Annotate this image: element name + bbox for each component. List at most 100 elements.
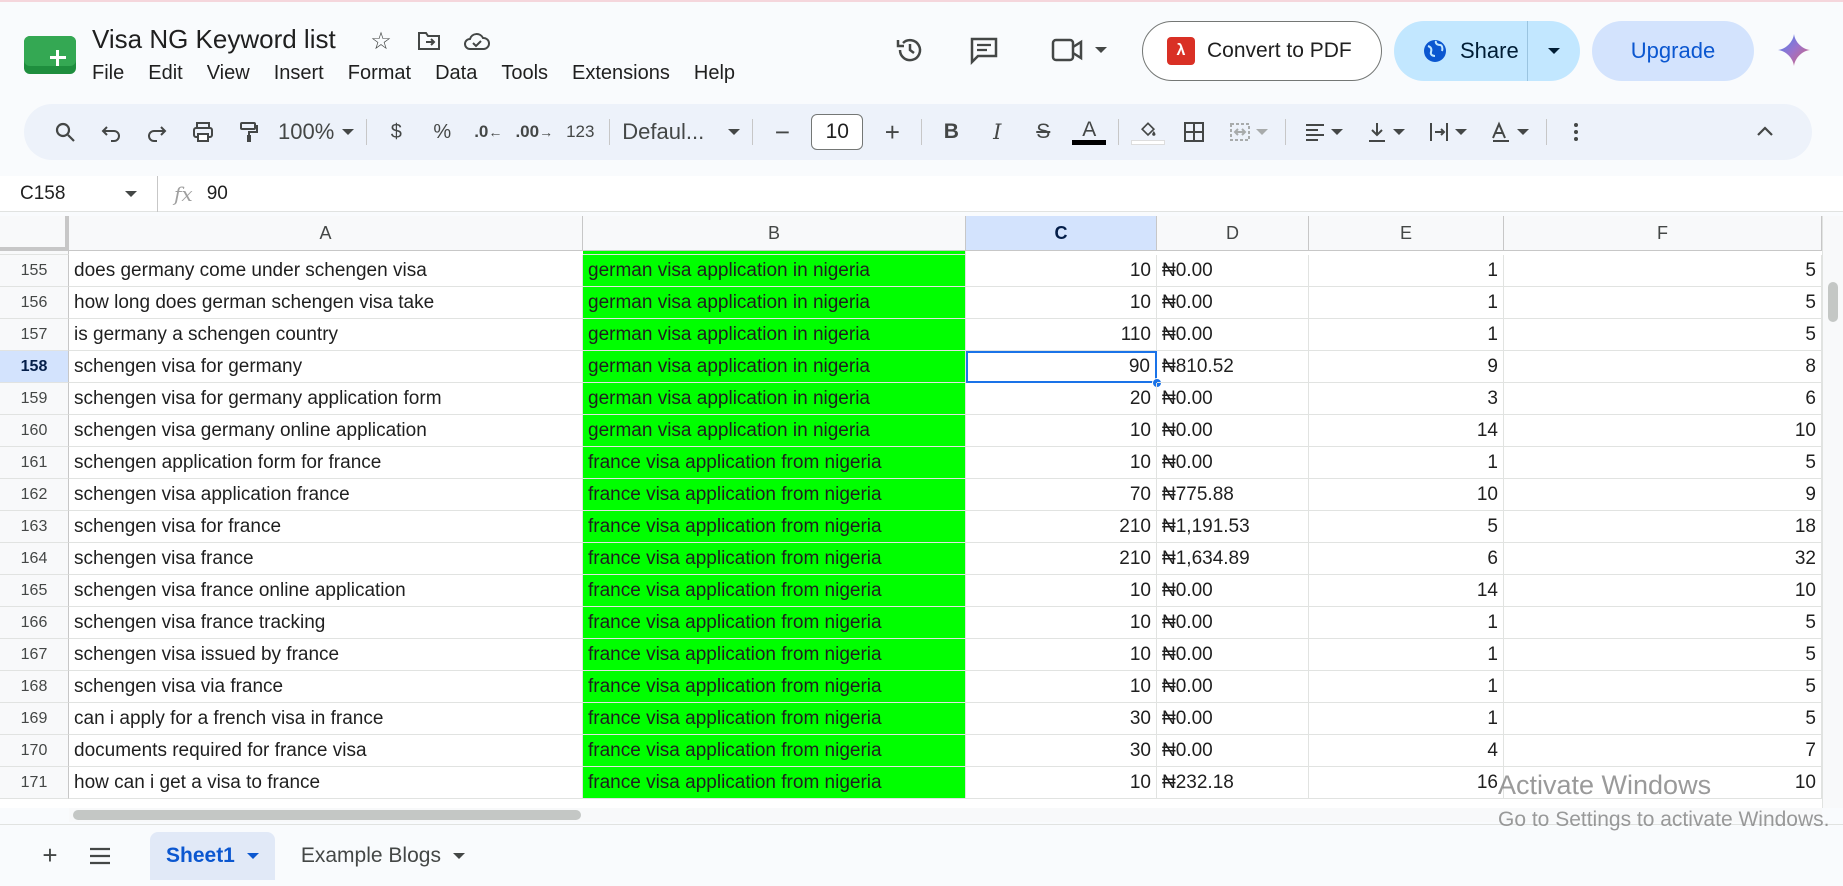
cell-b[interactable]: france visa application from nigeria [583, 511, 966, 543]
spreadsheet-grid[interactable]: ABCDEF 155 does germany come under scheng… [0, 216, 1822, 808]
row-header[interactable]: 171 [0, 767, 69, 799]
cell-f[interactable]: 6 [1504, 383, 1822, 415]
row-header[interactable]: 158 [0, 351, 69, 383]
cell-d[interactable]: ₦0.00 [1157, 639, 1309, 671]
percent-format-button[interactable]: % [422, 112, 462, 152]
cell-e[interactable]: 1 [1309, 703, 1504, 735]
row-header[interactable]: 160 [0, 415, 69, 447]
fill-color-icon[interactable] [1128, 112, 1168, 152]
bold-button[interactable]: B [931, 112, 971, 152]
cell-f[interactable]: 8 [1504, 351, 1822, 383]
cell-f[interactable]: 18 [1504, 511, 1822, 543]
increase-decimal-button[interactable]: .00 → [514, 112, 554, 152]
cell-d[interactable]: ₦1,634.89 [1157, 543, 1309, 575]
cell-c[interactable]: 20 [966, 383, 1157, 415]
meet-video-icon[interactable] [1044, 30, 1114, 70]
cell-b[interactable]: france visa application from nigeria [583, 639, 966, 671]
row-header[interactable]: 161 [0, 447, 69, 479]
sheet-tab-example-blogs[interactable]: Example Blogs [285, 832, 481, 880]
cell-a[interactable]: is germany a schengen country [69, 319, 583, 351]
cell-b[interactable]: france visa application from nigeria [583, 479, 966, 511]
row-header[interactable]: 166 [0, 607, 69, 639]
cell-c[interactable]: 10 [966, 607, 1157, 639]
cell-b[interactable]: german visa application in nigeria [583, 383, 966, 415]
menu-insert[interactable]: Insert [262, 60, 336, 87]
cell-a[interactable]: schengen visa via france [69, 671, 583, 703]
menu-file[interactable]: File [92, 60, 136, 87]
formula-input[interactable]: 90 [207, 183, 228, 205]
decrease-decimal-button[interactable]: .0 ← [468, 112, 508, 152]
row-header[interactable]: 170 [0, 735, 69, 767]
search-menus-icon[interactable] [45, 112, 85, 152]
cell-f[interactable]: 5 [1504, 319, 1822, 351]
cell-c[interactable]: 110 [966, 319, 1157, 351]
horizontal-scroll-thumb[interactable] [73, 810, 581, 820]
cell-c[interactable]: 10 [966, 447, 1157, 479]
cell-d[interactable]: ₦0.00 [1157, 575, 1309, 607]
cell-d[interactable]: ₦232.18 [1157, 767, 1309, 799]
cell-c[interactable]: 30 [966, 735, 1157, 767]
cell-b[interactable]: france visa application from nigeria [583, 447, 966, 479]
cell-d[interactable]: ₦0.00 [1157, 415, 1309, 447]
cell-e[interactable]: 1 [1309, 671, 1504, 703]
vertical-scroll-thumb[interactable] [1828, 282, 1838, 322]
cell-c[interactable]: 10 [966, 255, 1157, 287]
cell-f[interactable]: 5 [1504, 447, 1822, 479]
convert-to-pdf-button[interactable]: λ Convert to PDF [1142, 21, 1382, 81]
cell-f[interactable]: 5 [1504, 255, 1822, 287]
cell-d[interactable]: ₦0.00 [1157, 607, 1309, 639]
vertical-scrollbar[interactable] [1822, 216, 1843, 808]
strikethrough-button[interactable]: S [1023, 112, 1063, 152]
cell-b[interactable]: france visa application from nigeria [583, 543, 966, 575]
all-sheets-menu-icon[interactable] [80, 836, 120, 876]
cell-a[interactable]: can i apply for a french visa in france [69, 703, 583, 735]
italic-button[interactable]: I [977, 112, 1017, 152]
cell-f[interactable]: 5 [1504, 287, 1822, 319]
cell-e[interactable]: 14 [1309, 415, 1504, 447]
cell-e[interactable]: 1 [1309, 639, 1504, 671]
cell-a[interactable]: schengen visa for france [69, 511, 583, 543]
gemini-sparkle-icon[interactable] [1776, 32, 1812, 68]
cell-c[interactable]: 10 [966, 287, 1157, 319]
row-header[interactable]: 159 [0, 383, 69, 415]
row-header[interactable]: 157 [0, 319, 69, 351]
cell-b[interactable]: german visa application in nigeria [583, 287, 966, 319]
cell-d[interactable]: ₦1,191.53 [1157, 511, 1309, 543]
cell-f[interactable]: 5 [1504, 671, 1822, 703]
cell-d[interactable]: ₦0.00 [1157, 447, 1309, 479]
font-family-select[interactable]: Defaul... [616, 119, 746, 145]
row-header[interactable]: 167 [0, 639, 69, 671]
row-header[interactable]: 165 [0, 575, 69, 607]
cell-e[interactable]: 1 [1309, 287, 1504, 319]
move-folder-icon[interactable] [414, 26, 444, 56]
cell-b[interactable]: france visa application from nigeria [583, 607, 966, 639]
cell-d[interactable]: ₦0.00 [1157, 383, 1309, 415]
cell-a[interactable]: how can i get a visa to france [69, 767, 583, 799]
cell-a[interactable]: does germany come under schengen visa [69, 255, 583, 287]
menu-view[interactable]: View [195, 60, 262, 87]
cell-f[interactable]: 5 [1504, 607, 1822, 639]
vertical-align-icon[interactable] [1357, 112, 1413, 152]
column-header-f[interactable]: F [1504, 216, 1822, 251]
cell-a[interactable]: schengen visa issued by france [69, 639, 583, 671]
cell-b[interactable]: france visa application from nigeria [583, 703, 966, 735]
chevron-down-icon[interactable] [452, 852, 465, 859]
text-rotation-icon[interactable] [1481, 112, 1537, 152]
decrease-font-size-button[interactable]: − [762, 112, 802, 152]
cell-c[interactable]: 10 [966, 767, 1157, 799]
cell-f[interactable]: 10 [1504, 415, 1822, 447]
cell-e[interactable]: 5 [1309, 511, 1504, 543]
cell-a[interactable]: schengen visa for germany application fo… [69, 383, 583, 415]
column-header-e[interactable]: E [1309, 216, 1504, 251]
cell-e[interactable]: 1 [1309, 319, 1504, 351]
row-header[interactable]: 164 [0, 543, 69, 575]
cell-d[interactable]: ₦775.88 [1157, 479, 1309, 511]
undo-icon[interactable] [91, 112, 131, 152]
increase-font-size-button[interactable]: + [872, 112, 912, 152]
cell-f[interactable]: 10 [1504, 575, 1822, 607]
add-sheet-button[interactable]: + [30, 836, 70, 876]
menu-tools[interactable]: Tools [489, 60, 560, 87]
cell-f[interactable]: 9 [1504, 479, 1822, 511]
paint-format-icon[interactable] [229, 112, 269, 152]
cell-e[interactable]: 9 [1309, 351, 1504, 383]
